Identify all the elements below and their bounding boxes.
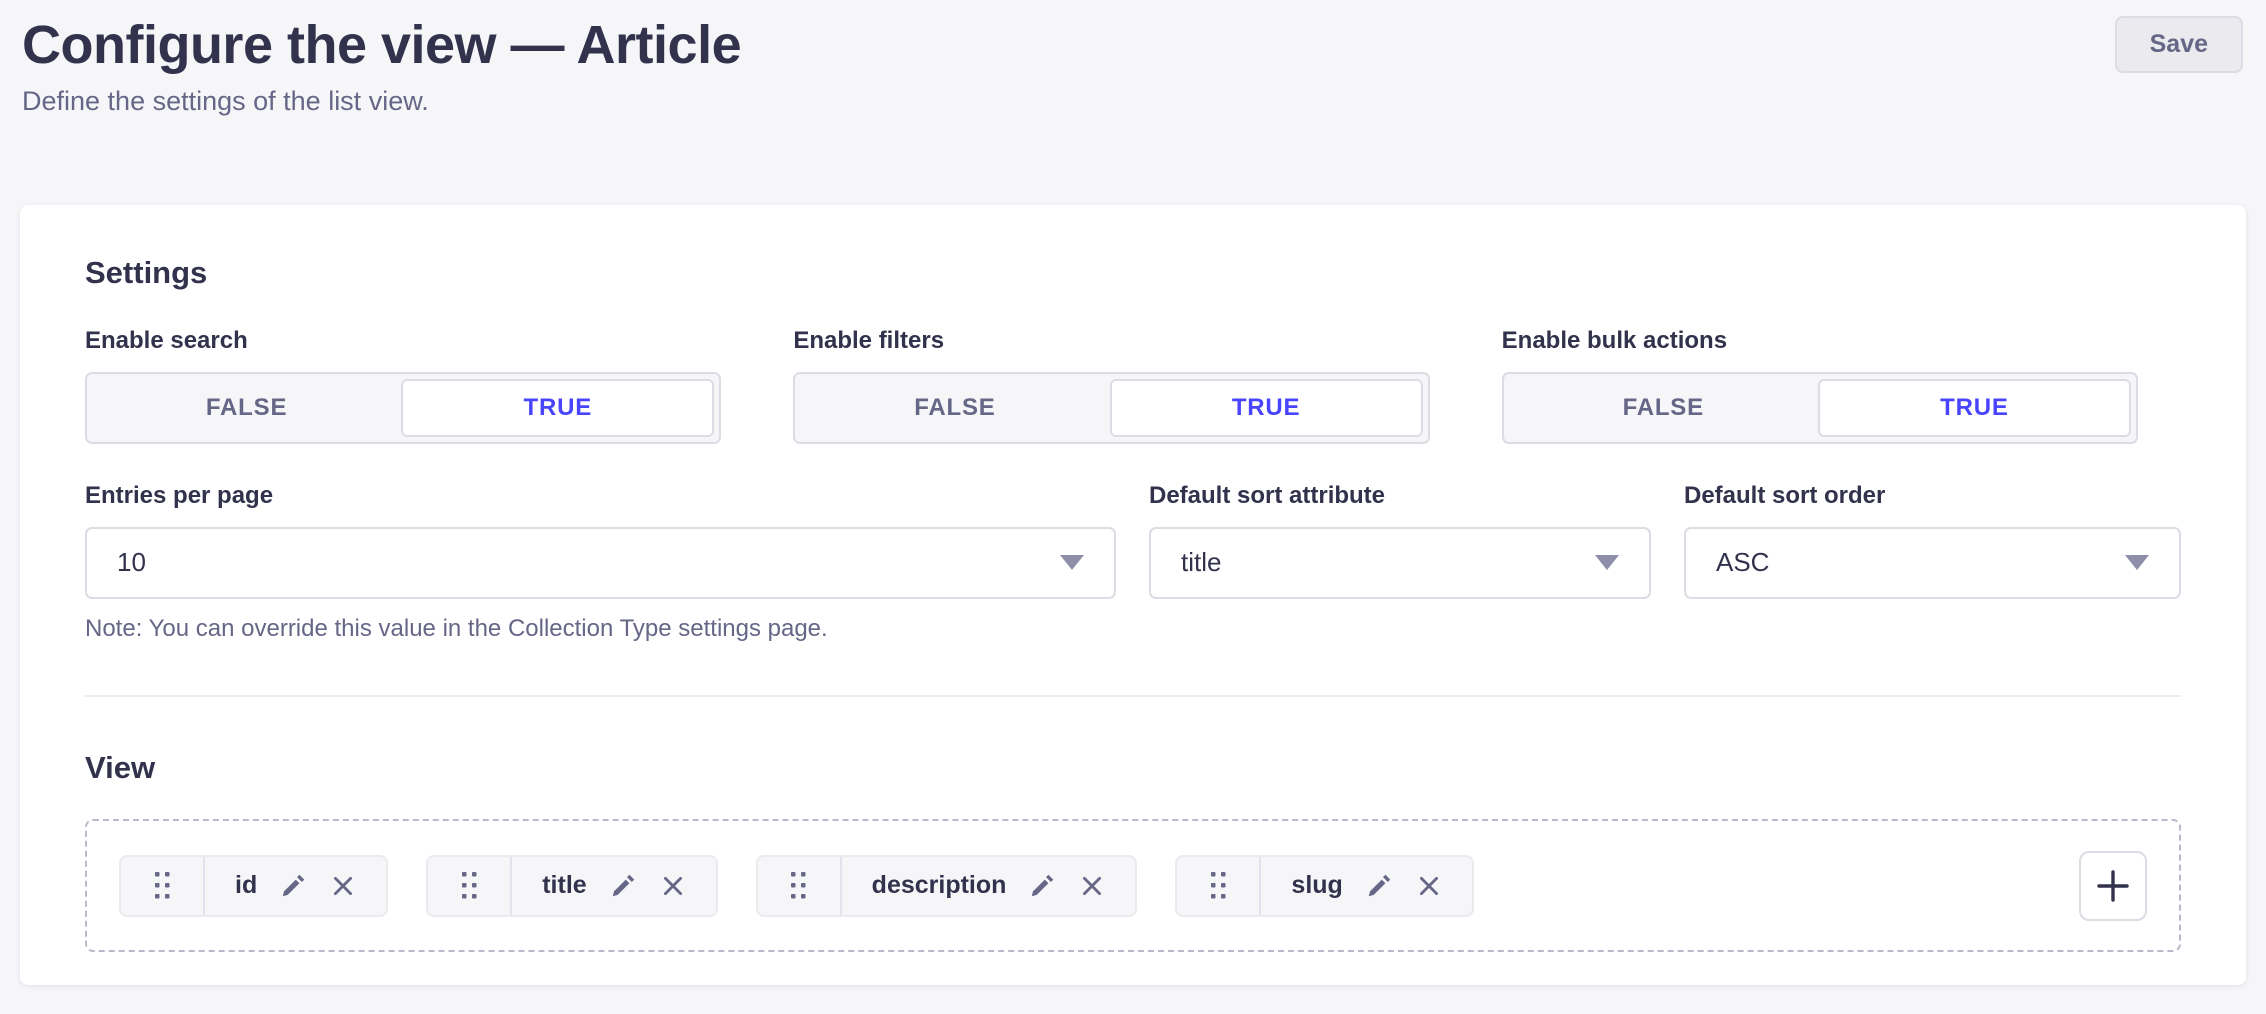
- enable-filters-label: Enable filters: [793, 329, 1429, 353]
- remove-field-button[interactable]: [1416, 873, 1442, 899]
- default-sort-order-value: ASC: [1716, 547, 1769, 578]
- default-sort-order-select[interactable]: ASC: [1684, 527, 2181, 599]
- drag-handle-icon: [155, 872, 170, 899]
- close-icon: [330, 873, 356, 899]
- toggles-row: Enable search FALSE TRUE Enable filters …: [85, 329, 2138, 444]
- view-heading: View: [85, 752, 2181, 785]
- settings-card: Settings Enable search FALSE TRUE Enable…: [20, 205, 2246, 985]
- field-drop-zone: id title: [85, 819, 2181, 952]
- remove-field-button[interactable]: [330, 873, 356, 899]
- field-chip[interactable]: slug: [1175, 855, 1473, 917]
- default-sort-order-field: Default sort order ASC: [1684, 484, 2181, 643]
- enable-search-toggle: FALSE TRUE: [85, 372, 721, 444]
- drag-handle-icon: [462, 872, 477, 899]
- entries-per-page-label: Entries per page: [85, 484, 1116, 508]
- enable-filters-false-option[interactable]: FALSE: [800, 379, 1109, 437]
- caret-down-icon: [1595, 555, 1619, 570]
- drag-handle[interactable]: [758, 857, 842, 915]
- enable-bulk-actions-field: Enable bulk actions FALSE TRUE: [1502, 329, 2138, 444]
- enable-bulk-actions-true-option[interactable]: TRUE: [1818, 379, 2131, 437]
- field-chip[interactable]: id: [119, 855, 388, 917]
- drag-handle-icon: [1211, 872, 1226, 899]
- pencil-icon: [1028, 871, 1057, 900]
- edit-field-button[interactable]: [609, 871, 638, 900]
- page-header: Configure the view — Article Define the …: [0, 0, 2266, 117]
- entries-per-page-field: Entries per page 10 Note: You can overri…: [85, 484, 1116, 643]
- enable-bulk-actions-label: Enable bulk actions: [1502, 329, 2138, 353]
- page-subtitle: Define the settings of the list view.: [22, 86, 2244, 117]
- field-chip[interactable]: title: [426, 855, 717, 917]
- default-sort-attribute-label: Default sort attribute: [1149, 484, 1651, 508]
- enable-filters-true-option[interactable]: TRUE: [1110, 379, 1423, 437]
- edit-field-button[interactable]: [1365, 871, 1394, 900]
- enable-search-field: Enable search FALSE TRUE: [85, 329, 721, 444]
- drag-handle[interactable]: [121, 857, 205, 915]
- drag-handle[interactable]: [1177, 857, 1261, 915]
- pencil-icon: [1365, 871, 1394, 900]
- enable-filters-field: Enable filters FALSE TRUE: [793, 329, 1429, 444]
- field-chip-label: description: [872, 871, 1007, 900]
- edit-field-button[interactable]: [1028, 871, 1057, 900]
- enable-search-label: Enable search: [85, 329, 721, 353]
- close-icon: [660, 873, 686, 899]
- default-sort-attribute-value: title: [1181, 547, 1221, 578]
- drag-handle-icon: [791, 872, 806, 899]
- edit-field-button[interactable]: [279, 871, 308, 900]
- field-chip-label: slug: [1291, 871, 1342, 900]
- close-icon: [1079, 873, 1105, 899]
- enable-search-false-option[interactable]: FALSE: [92, 379, 401, 437]
- pencil-icon: [279, 871, 308, 900]
- default-sort-attribute-select[interactable]: title: [1149, 527, 1651, 599]
- default-sort-order-label: Default sort order: [1684, 484, 2181, 508]
- caret-down-icon: [2125, 555, 2149, 570]
- enable-bulk-actions-false-option[interactable]: FALSE: [1509, 379, 1818, 437]
- remove-field-button[interactable]: [1079, 873, 1105, 899]
- entries-per-page-note: Note: You can override this value in the…: [85, 615, 1116, 643]
- pencil-icon: [609, 871, 638, 900]
- settings-heading: Settings: [85, 257, 2181, 290]
- field-chip-label: id: [235, 871, 257, 900]
- remove-field-button[interactable]: [660, 873, 686, 899]
- section-divider: [85, 695, 2181, 697]
- enable-bulk-actions-toggle: FALSE TRUE: [1502, 372, 2138, 444]
- page-title: Configure the view — Article: [22, 14, 2244, 76]
- close-icon: [1416, 873, 1442, 899]
- plus-icon: [2095, 868, 2131, 904]
- enable-filters-toggle: FALSE TRUE: [793, 372, 1429, 444]
- selects-row: Entries per page 10 Note: You can overri…: [85, 484, 2181, 643]
- default-sort-attribute-field: Default sort attribute title: [1149, 484, 1651, 643]
- field-chip[interactable]: description: [756, 855, 1138, 917]
- save-button[interactable]: Save: [2115, 16, 2243, 73]
- entries-per-page-select[interactable]: 10: [85, 527, 1116, 599]
- drag-handle[interactable]: [428, 857, 512, 915]
- caret-down-icon: [1060, 555, 1084, 570]
- entries-per-page-value: 10: [117, 547, 146, 578]
- add-field-button[interactable]: [2079, 851, 2147, 921]
- enable-search-true-option[interactable]: TRUE: [401, 379, 714, 437]
- field-chip-label: title: [542, 871, 586, 900]
